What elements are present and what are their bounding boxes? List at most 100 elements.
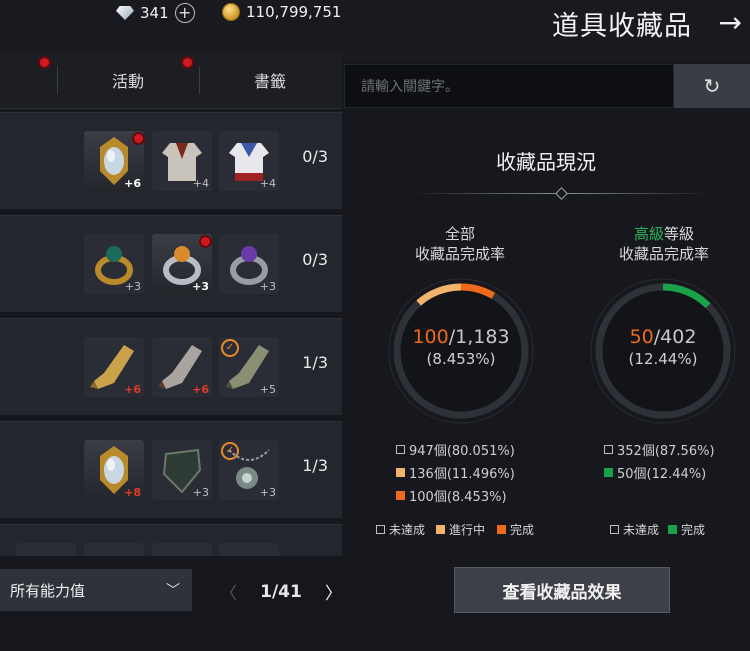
all-completion-heading: 全部 收藏品完成率 (390, 224, 530, 264)
done-count: 50 (629, 326, 654, 348)
heading-line: 收藏品完成率 (414, 245, 505, 263)
key-text: 未達成 (389, 523, 426, 537)
advanced-completion-count: 50/402 (12.44%) (588, 326, 738, 368)
item-slot[interactable] (16, 543, 76, 557)
item-slot[interactable] (152, 543, 212, 557)
heading-line: 收藏品完成率 (618, 245, 709, 263)
enhance-level: +3 (259, 486, 276, 499)
heading-line: 高級等級 (592, 224, 736, 244)
legend-not-achieved: 947個(80.051%) (396, 440, 515, 459)
enhance-level: +3 (192, 486, 209, 499)
notification-dot-icon (134, 134, 143, 143)
legend-text: 352個(87.56%) (617, 444, 715, 459)
steel-gauntlet-icon[interactable]: +6 (152, 337, 212, 397)
legend-text: 136個(11.496%) (409, 467, 515, 482)
heading-rest: 等級 (664, 225, 695, 243)
key-completed: 完成 (497, 521, 534, 538)
notification-dot-icon (183, 58, 192, 67)
chevron-down-icon: ﹀ (166, 583, 180, 599)
collection-row[interactable]: +8 +3 +3 ✓ 1/3 (0, 421, 342, 518)
collection-row[interactable]: +3 +3 +3 0/3 (0, 215, 342, 312)
diamond-balance: 341 + (116, 3, 195, 23)
collection-row[interactable]: +6 +4 +4 0/3 (0, 112, 342, 209)
collection-row-partial[interactable] (0, 524, 342, 557)
category-tabs: 活動 書籤 (0, 52, 342, 109)
filter-label: 所有能力值 (10, 581, 86, 600)
percent: (12.44%) (628, 350, 698, 368)
enhance-level: +3 (259, 280, 276, 293)
enhance-level: +3 (192, 280, 209, 293)
key-swatch (610, 525, 619, 534)
enhance-level: +3 (124, 280, 141, 293)
legend-not-achieved: 352個(87.56%) (604, 440, 715, 459)
tab-bookmarks[interactable]: 書籤 (200, 52, 340, 108)
item-slot[interactable] (219, 543, 279, 557)
gold-count: 110,799,751 (246, 3, 342, 21)
emerald-ring-icon[interactable]: +3 (84, 234, 144, 294)
refresh-icon: ↻ (703, 74, 721, 98)
key-not-achieved: 未達成 (376, 521, 425, 538)
sailor-tunic-icon[interactable]: +4 (219, 131, 279, 191)
legend-text: 50個(12.44%) (617, 467, 707, 482)
key-text: 完成 (681, 523, 706, 537)
gold-gauntlet-icon[interactable]: +6 (84, 337, 144, 397)
search-input[interactable]: 請輸入關鍵字。 (344, 64, 674, 108)
legend-text: 100個(8.453%) (409, 490, 507, 505)
legend-swatch (396, 491, 405, 500)
enhance-level: +8 (124, 486, 141, 499)
row-progress: 0/3 (302, 147, 328, 166)
legend-text: 947個(80.051%) (409, 444, 515, 459)
legend-swatch (396, 468, 405, 477)
legend-completed: 50個(12.44%) (604, 463, 706, 482)
notification-dot-icon (201, 237, 210, 246)
percent: (8.453%) (426, 350, 496, 368)
dark-shield-icon[interactable]: +3 (152, 440, 212, 500)
key-completed: 完成 (668, 521, 705, 538)
reset-button[interactable]: ↻ (674, 64, 750, 108)
done-count: 100 (412, 326, 449, 348)
enhance-level: +4 (192, 177, 209, 190)
key-not-achieved: 未達成 (610, 521, 659, 538)
pagination: 〈 1/41 〉 (220, 579, 342, 605)
key-text: 未達成 (623, 523, 660, 537)
item-slot[interactable] (84, 543, 144, 557)
row-progress: 0/3 (302, 250, 328, 269)
gold-balance: 110,799,751 (222, 3, 341, 21)
grade-highlight: 高級 (633, 225, 664, 243)
view-collection-effects-button[interactable]: 查看收藏品效果 (454, 567, 670, 613)
tab-events[interactable]: 活動 (58, 52, 198, 108)
robe-icon[interactable]: +4 (152, 131, 212, 191)
key-text: 完成 (510, 523, 535, 537)
total-count: /1,183 (448, 326, 510, 348)
heading-line: 全部 (444, 225, 475, 243)
total-count: /402 (653, 326, 697, 348)
mirror-amulet-icon[interactable]: +8 (84, 440, 144, 500)
exit-arrow-icon[interactable]: → (719, 6, 742, 39)
prev-page-icon[interactable]: 〈 (220, 579, 237, 604)
search-placeholder: 請輸入關鍵字。 (361, 79, 459, 95)
row-progress: 1/3 (302, 456, 328, 475)
legend-swatch (604, 468, 613, 477)
key-swatch (376, 525, 385, 534)
collection-row[interactable]: +6 +6 +5 ✓ 1/3 (0, 318, 342, 415)
advanced-completion-heading: 高級等級 收藏品完成率 (592, 224, 736, 264)
status-title: 收藏品現況 (496, 150, 596, 174)
all-completion-count: 100/1,183 (8.453%) (386, 326, 536, 368)
notification-dot-icon (40, 58, 49, 67)
add-diamond-button[interactable]: + (174, 3, 195, 23)
check-icon: ✓ (221, 339, 239, 357)
legend-swatch (396, 445, 405, 454)
enhance-level: +6 (124, 177, 141, 190)
page-title: 道具收藏品 (552, 11, 692, 42)
diamond-icon (116, 6, 134, 20)
legend-swatch (604, 445, 613, 454)
diamond-count: 341 (140, 4, 169, 22)
key-text: 進行中 (449, 523, 486, 537)
next-page-icon[interactable]: 〉 (325, 579, 342, 604)
key-swatch (668, 525, 677, 534)
legend-completed: 100個(8.453%) (396, 486, 507, 505)
check-icon: ✓ (221, 442, 239, 460)
row-progress: 1/3 (302, 353, 328, 372)
amethyst-ring-icon[interactable]: +3 (219, 234, 279, 294)
stat-filter-dropdown[interactable]: 所有能力值 ﹀ (0, 569, 192, 611)
